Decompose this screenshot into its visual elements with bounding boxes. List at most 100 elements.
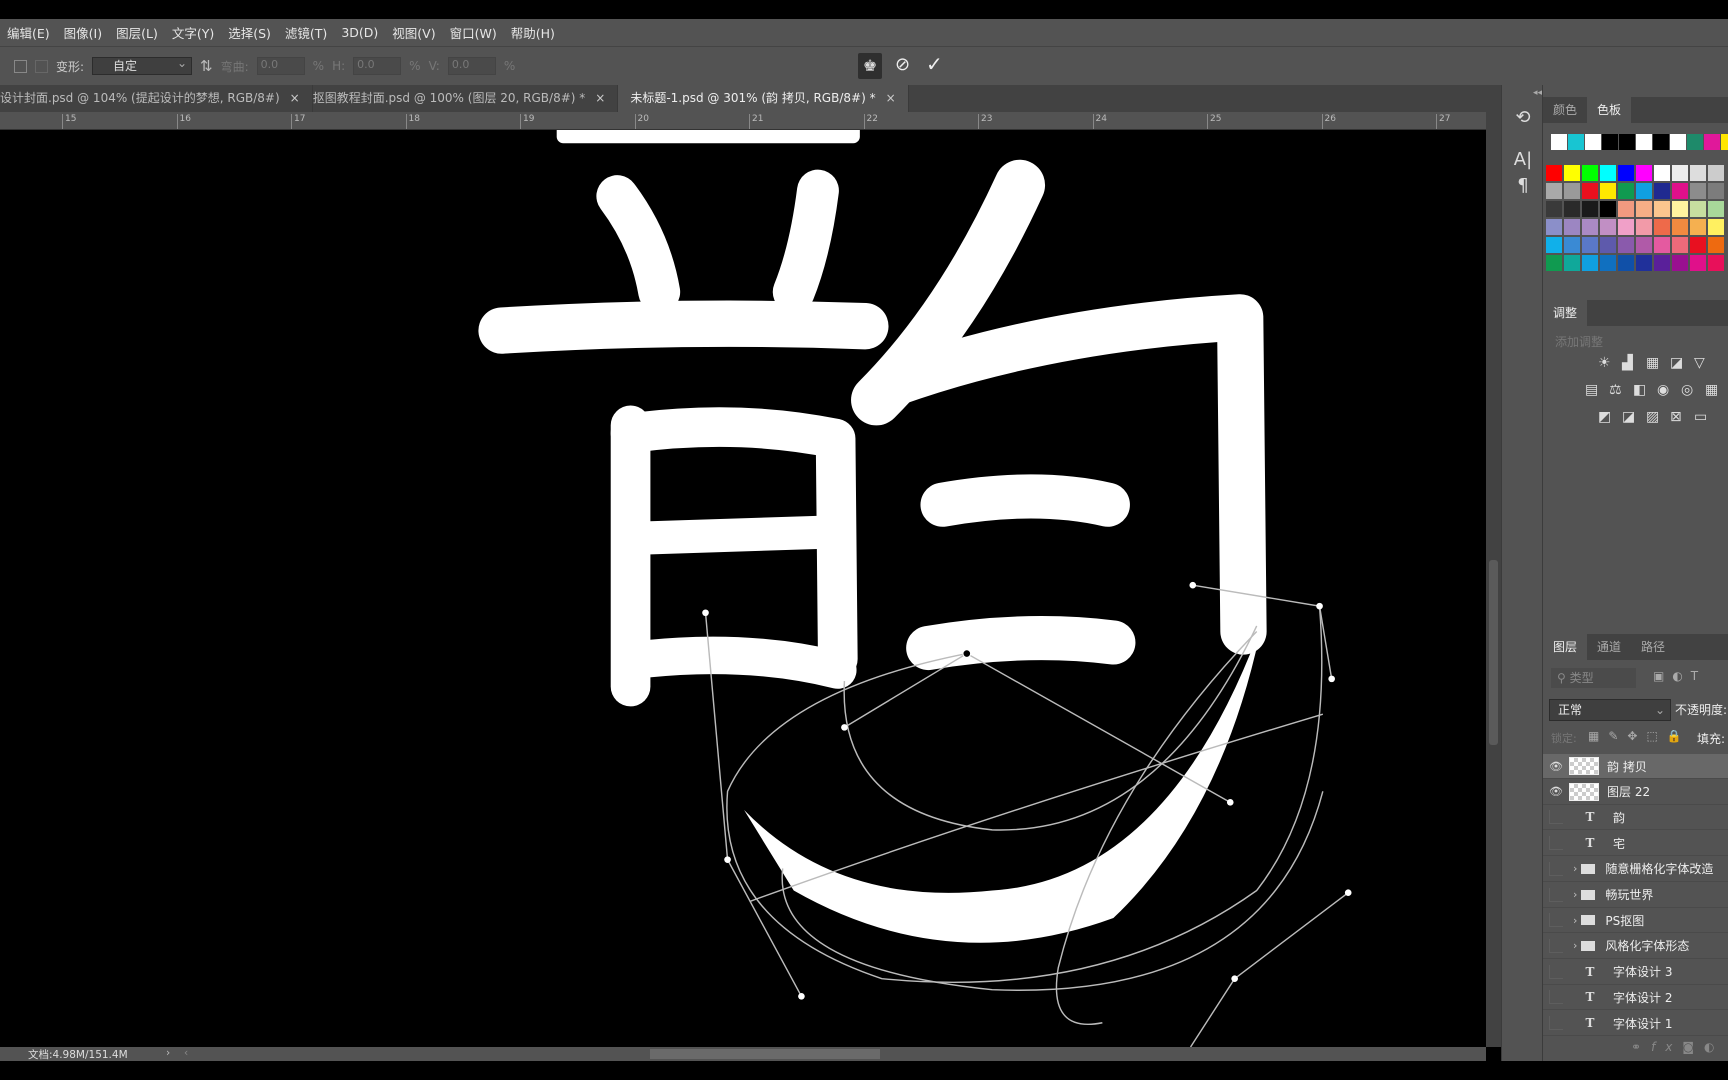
visibility-toggle[interactable] — [1549, 836, 1563, 851]
menu-item[interactable]: 视图(V) — [385, 23, 442, 42]
swatch[interactable] — [1690, 219, 1706, 235]
channel-mixer-icon[interactable]: ◎ — [1681, 382, 1693, 398]
threshold-icon[interactable]: ▨ — [1646, 409, 1659, 425]
swatch[interactable] — [1564, 219, 1580, 235]
swatch[interactable] — [1654, 255, 1670, 271]
layer-filter-icons[interactable]: ▣◐T — [1653, 669, 1706, 683]
tab-close-icon[interactable]: × — [595, 91, 605, 105]
collapse-icon[interactable]: ◂◂ — [1502, 88, 1544, 98]
swatch[interactable] — [1618, 201, 1634, 217]
layer-row[interactable]: 👁 韵 拷贝 — [1543, 754, 1728, 779]
swatch[interactable] — [1600, 219, 1616, 235]
layer-row[interactable]: 👁 图层 22 — [1543, 780, 1728, 805]
v-field[interactable]: 0.0 — [447, 57, 496, 75]
swatch[interactable] — [1708, 255, 1724, 271]
history-icon[interactable]: ⟲ — [1502, 107, 1544, 128]
layer-row[interactable]: › 风格化字体形态 — [1543, 934, 1728, 959]
bw-icon[interactable]: ◧ — [1633, 382, 1646, 398]
chevron-right-icon[interactable]: › — [1573, 888, 1577, 901]
layer-row[interactable]: T 字体设计 2 — [1543, 985, 1728, 1011]
link-icon[interactable]: ⚭ — [1631, 1040, 1651, 1054]
swatch[interactable] — [1636, 219, 1652, 235]
gradient-map-icon[interactable]: ▭ — [1694, 409, 1707, 425]
scroll-left-arrow[interactable]: ‹ — [184, 1047, 188, 1059]
menu-item[interactable]: 图层(L) — [109, 23, 165, 42]
visibility-toggle[interactable] — [1549, 861, 1563, 876]
swatch[interactable] — [1546, 165, 1562, 181]
layer-filter-input[interactable]: ⚲ 类型 — [1551, 668, 1636, 688]
color-lookup-icon[interactable]: ▦ — [1705, 382, 1718, 398]
swatch[interactable] — [1708, 219, 1724, 235]
visibility-toggle[interactable] — [1549, 990, 1563, 1005]
swatch[interactable] — [1619, 134, 1635, 150]
vibrance-icon[interactable]: ▽ — [1694, 355, 1705, 371]
swatch[interactable] — [1546, 219, 1562, 235]
swatch[interactable] — [1582, 237, 1598, 253]
menu-item[interactable]: 编辑(E) — [0, 23, 57, 42]
swatch[interactable] — [1636, 201, 1652, 217]
tab-channels[interactable]: 通道 — [1587, 634, 1631, 660]
swatch[interactable] — [1690, 237, 1706, 253]
swatch[interactable] — [1600, 237, 1616, 253]
adjustment-icon[interactable]: ◐ — [1704, 1040, 1724, 1054]
swatch[interactable] — [1672, 219, 1688, 235]
tab-adjust[interactable]: 调整 — [1543, 300, 1588, 326]
swatch[interactable] — [1568, 134, 1584, 150]
brightness-icon[interactable]: ☀ — [1598, 355, 1611, 371]
swatch[interactable] — [1721, 134, 1728, 150]
swatch[interactable] — [1708, 183, 1724, 199]
tab-swatches[interactable]: 色板 — [1587, 97, 1632, 123]
swatch[interactable] — [1653, 134, 1669, 150]
swatch[interactable] — [1582, 165, 1598, 181]
swatch[interactable] — [1618, 183, 1634, 199]
swatch[interactable] — [1654, 219, 1670, 235]
swatch[interactable] — [1585, 134, 1601, 150]
swatch[interactable] — [1636, 134, 1652, 150]
swatch[interactable] — [1636, 237, 1652, 253]
menu-item[interactable]: 帮助(H) — [504, 23, 562, 42]
tab-close-icon[interactable]: × — [290, 91, 300, 105]
tab-layers[interactable]: 图层 — [1543, 634, 1588, 660]
swatch[interactable] — [1551, 134, 1567, 150]
status-menu-arrow[interactable]: › — [166, 1047, 170, 1059]
invert-icon[interactable]: ◩ — [1598, 409, 1611, 425]
color-balance-icon[interactable]: ⚖ — [1609, 382, 1622, 398]
menu-item[interactable]: 图像(I) — [57, 23, 109, 42]
canvas[interactable] — [0, 123, 1486, 1048]
photo-filter-icon[interactable]: ◉ — [1657, 382, 1669, 398]
swatch[interactable] — [1672, 237, 1688, 253]
chevron-right-icon[interactable]: › — [1573, 914, 1577, 927]
swatch[interactable] — [1582, 219, 1598, 235]
swatch[interactable] — [1564, 255, 1580, 271]
menu-item[interactable]: 3D(D) — [334, 25, 385, 40]
visibility-toggle[interactable] — [1549, 964, 1563, 979]
hsl-icon[interactable]: ▤ — [1585, 382, 1598, 398]
swatch[interactable] — [1636, 183, 1652, 199]
swatch[interactable] — [1654, 201, 1670, 217]
swatch[interactable] — [1600, 165, 1616, 181]
swatch[interactable] — [1600, 255, 1616, 271]
swatch[interactable] — [1618, 165, 1634, 181]
menu-item[interactable]: 选择(S) — [221, 23, 278, 42]
swatch[interactable] — [1564, 237, 1580, 253]
blend-mode-select[interactable]: 正常 ⌄ — [1549, 699, 1671, 721]
swatch[interactable] — [1654, 237, 1670, 253]
warp-orientation-icon[interactable]: ⇅ — [200, 57, 213, 75]
layer-row[interactable]: T宅 — [1543, 831, 1728, 857]
h-field[interactable]: 0.0 — [353, 57, 402, 75]
tab-paths[interactable]: 路径 — [1631, 634, 1675, 660]
swatch[interactable] — [1636, 165, 1652, 181]
lock-icons[interactable]: ▦✎✥⬚🔒 — [1588, 729, 1691, 743]
swatch[interactable] — [1618, 255, 1634, 271]
warp-mode-icon[interactable]: ♚ — [858, 53, 882, 79]
swatch[interactable] — [1690, 183, 1706, 199]
swatch[interactable] — [1690, 255, 1706, 271]
menu-item[interactable]: 滤镜(T) — [278, 23, 334, 42]
visibility-toggle[interactable] — [1549, 1016, 1563, 1030]
layer-row[interactable]: T 字体设计 3 — [1543, 960, 1728, 985]
character-icon[interactable]: A| — [1502, 149, 1544, 170]
fx-icon[interactable]: fx — [1651, 1040, 1682, 1054]
swatch[interactable] — [1672, 255, 1688, 271]
document-tab[interactable]: 抠图教程封面.psd @ 100% (图层 20, RGB/8#) * × — [313, 85, 619, 112]
menu-item[interactable]: 文字(Y) — [165, 23, 221, 42]
